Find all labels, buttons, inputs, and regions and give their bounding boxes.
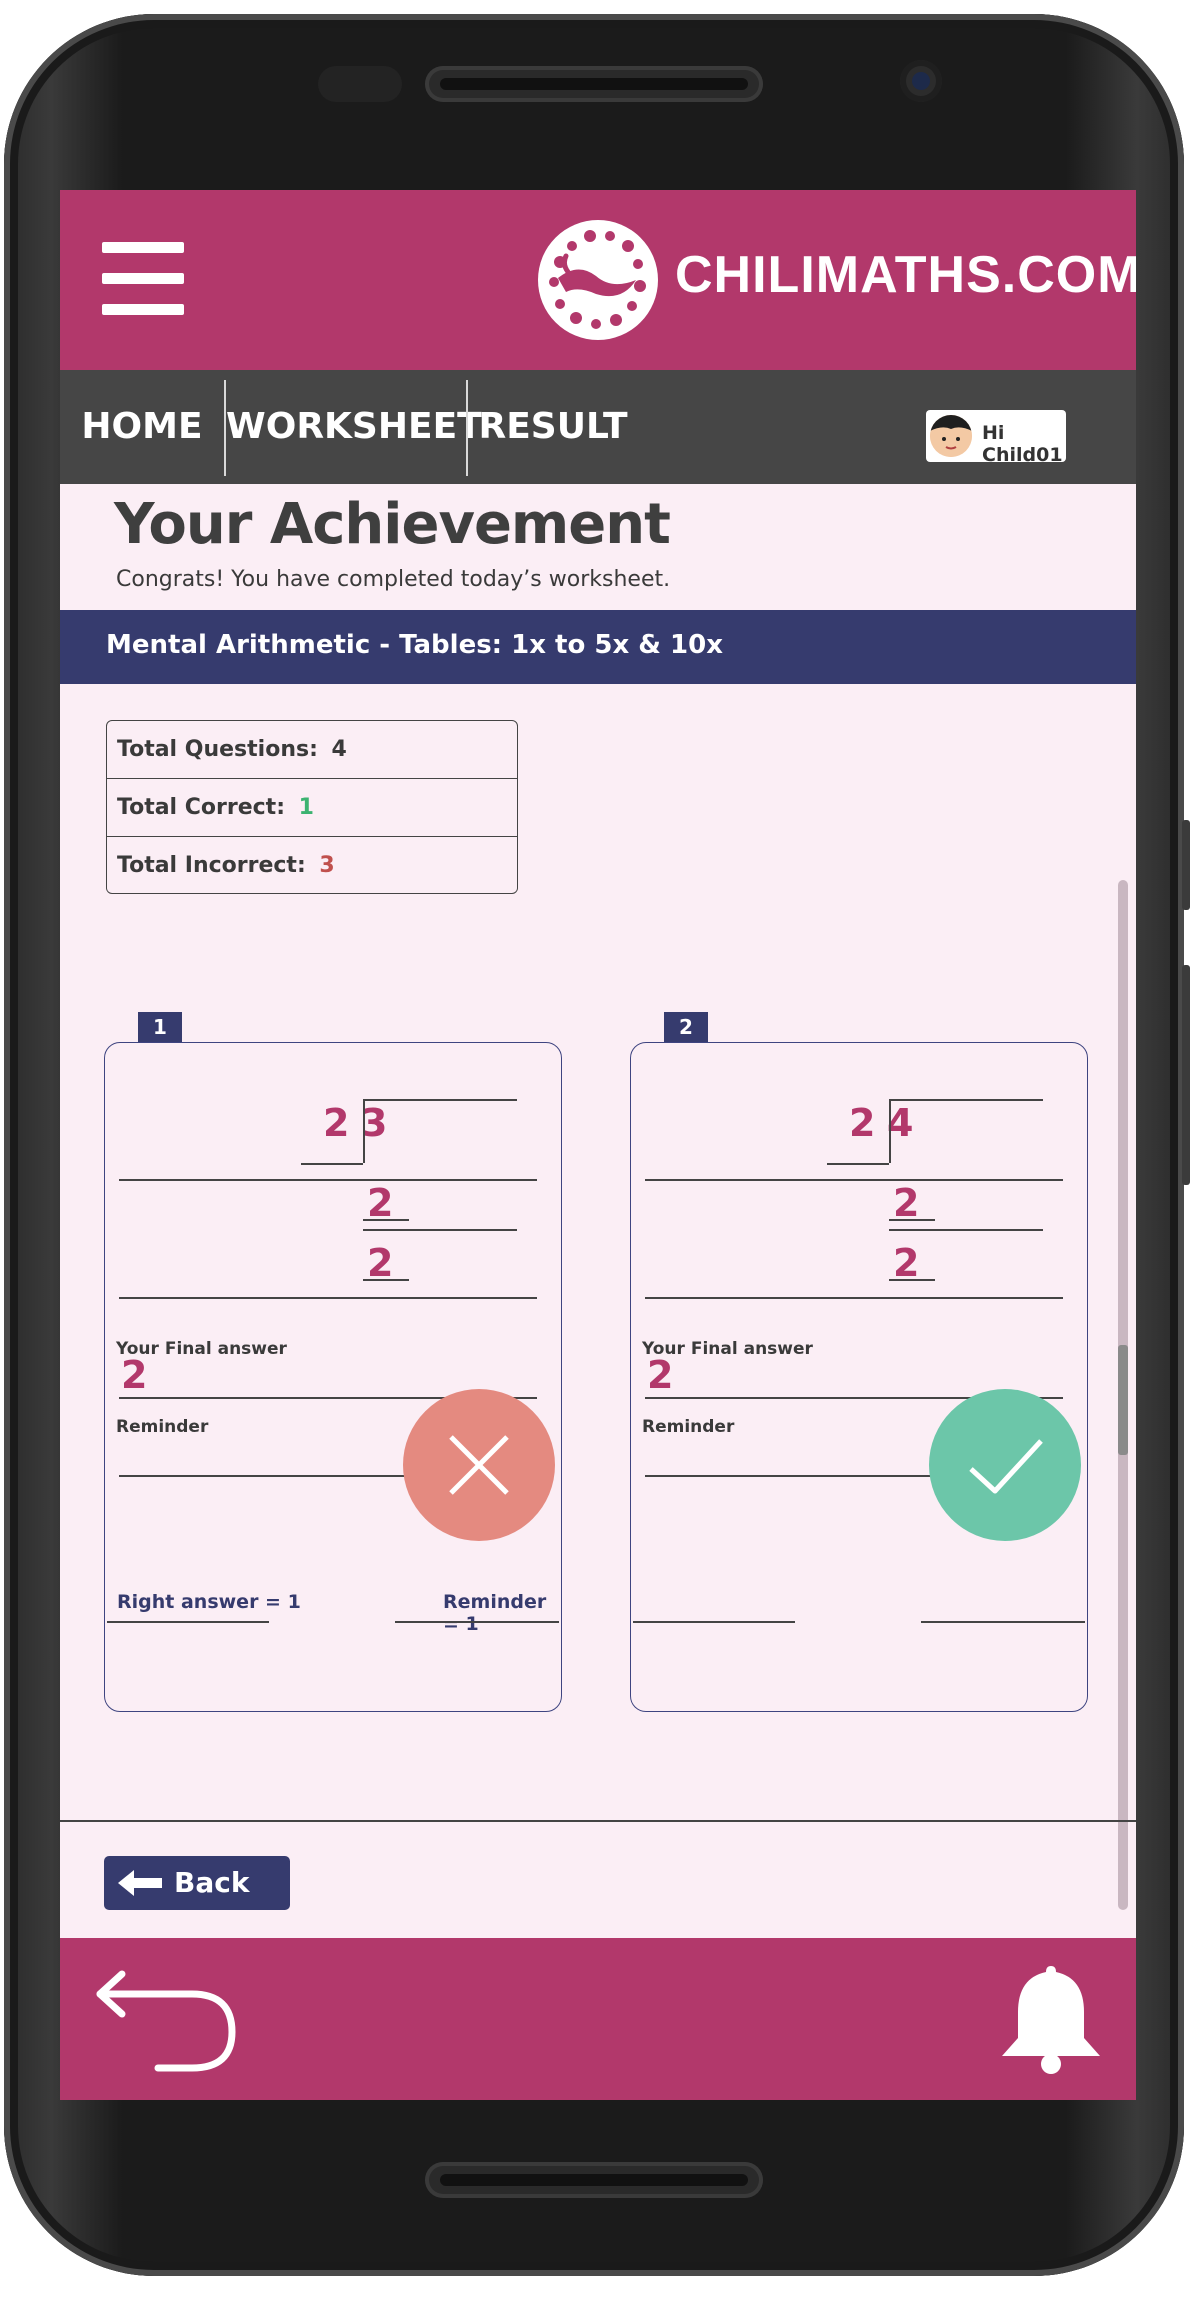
right-answer-underline — [107, 1621, 269, 1623]
division-bracket — [363, 1099, 365, 1163]
right-reminder-text: Reminder = 1 — [443, 1591, 547, 1635]
row-divider — [645, 1179, 1063, 1181]
subtraction-line — [363, 1229, 517, 1231]
chilimaths-logo — [538, 220, 658, 340]
summary-row-total-incorrect: Total Incorrect: 3 — [107, 837, 517, 894]
page-title: Your Achievement — [114, 492, 671, 557]
total-incorrect-value: 3 — [319, 853, 335, 878]
right-answer-text: Right answer = 1 — [117, 1591, 301, 1613]
right-reminder-underline — [395, 1621, 559, 1623]
checkmark-icon — [969, 1439, 1043, 1494]
question-number-tag: 1 — [138, 1012, 182, 1042]
final-answer-value: 2 — [647, 1353, 674, 1397]
step-underline — [889, 1279, 935, 1281]
close-icon — [449, 1435, 509, 1495]
phone-earpiece-grille — [440, 78, 748, 90]
bell-icon[interactable] — [992, 1960, 1110, 2078]
final-answer-value: 2 — [121, 1353, 148, 1397]
dividend: 4 — [887, 1101, 914, 1145]
question-card-2: 2 4 2 2 Your Final answer 2 Reminder — [630, 1042, 1088, 1712]
nav-home[interactable]: HOME — [60, 370, 224, 484]
hamburger-menu-icon[interactable] — [102, 242, 184, 316]
total-correct-label: Total Correct: — [117, 795, 285, 820]
bottom-bar — [60, 1938, 1136, 2100]
phone-sensor — [318, 66, 402, 102]
nav-worksheet[interactable]: WORKSHEET — [226, 370, 482, 484]
dividend: 3 — [361, 1101, 388, 1145]
division-bar — [889, 1099, 1043, 1101]
nav-result[interactable]: RESULT — [468, 370, 638, 484]
subtraction-line — [889, 1229, 1043, 1231]
page-subtitle: Congrats! You have completed today’s wor… — [116, 567, 671, 592]
back-button[interactable]: Back — [104, 1856, 290, 1910]
volume-button — [1182, 820, 1190, 910]
step-underline — [363, 1279, 409, 1281]
incorrect-badge — [403, 1389, 555, 1541]
phone-bottom-speaker-grille — [440, 2174, 748, 2186]
right-reminder-underline — [921, 1621, 1085, 1623]
power-button — [1182, 965, 1190, 1185]
total-incorrect-label: Total Incorrect: — [117, 853, 306, 878]
undo-arrow-icon[interactable] — [92, 1970, 242, 2074]
summary-row-total-questions: Total Questions: 4 — [107, 721, 517, 779]
divisor-underline — [827, 1163, 889, 1165]
step-underline — [363, 1219, 409, 1221]
child-avatar — [930, 415, 972, 457]
divisor: 2 — [849, 1101, 876, 1145]
row-divider — [119, 1297, 537, 1299]
brand-name: CHILIMATHS.COM — [675, 246, 1136, 304]
worksheet-title: Mental Arithmetic - Tables: 1x to 5x & 1… — [106, 630, 723, 660]
arrow-left-icon — [118, 1870, 162, 1896]
front-camera-lens — [912, 72, 930, 90]
question-number-tag: 2 — [664, 1012, 708, 1042]
top-bar: CHILIMATHS.COM — [60, 190, 1136, 370]
division-bracket — [889, 1099, 891, 1163]
row-divider — [119, 1179, 537, 1181]
reminder-label: Reminder — [642, 1417, 735, 1437]
reminder-label: Reminder — [116, 1417, 209, 1437]
division-bar — [363, 1099, 517, 1101]
user-greeting: Hi Child01 — [982, 422, 1063, 466]
results-summary-table: Total Questions: 4 Total Correct: 1 Tota… — [106, 720, 518, 894]
divisor-underline — [301, 1163, 363, 1165]
scrollbar-thumb[interactable] — [1118, 1345, 1128, 1455]
question-card-1: 2 3 2 2 Your Final answer 2 Reminder Rig… — [104, 1042, 562, 1712]
total-questions-value: 4 — [331, 737, 347, 762]
app-screen: CHILIMATHS.COM HOME WORKSHEET RESULT Hi … — [60, 190, 1136, 2100]
row-divider — [645, 1297, 1063, 1299]
correct-badge — [929, 1389, 1081, 1541]
right-answer-underline — [633, 1621, 795, 1623]
divisor: 2 — [323, 1101, 350, 1145]
back-button-label: Back — [174, 1866, 250, 1899]
step-underline — [889, 1219, 935, 1221]
total-correct-value: 1 — [298, 795, 314, 820]
user-profile-chip[interactable]: Hi Child01 — [926, 410, 1066, 466]
worksheet-section-header: Mental Arithmetic - Tables: 1x to 5x & 1… — [60, 610, 1136, 684]
summary-row-total-correct: Total Correct: 1 — [107, 779, 517, 837]
footer-divider — [60, 1820, 1136, 1822]
total-questions-label: Total Questions: — [117, 737, 318, 762]
